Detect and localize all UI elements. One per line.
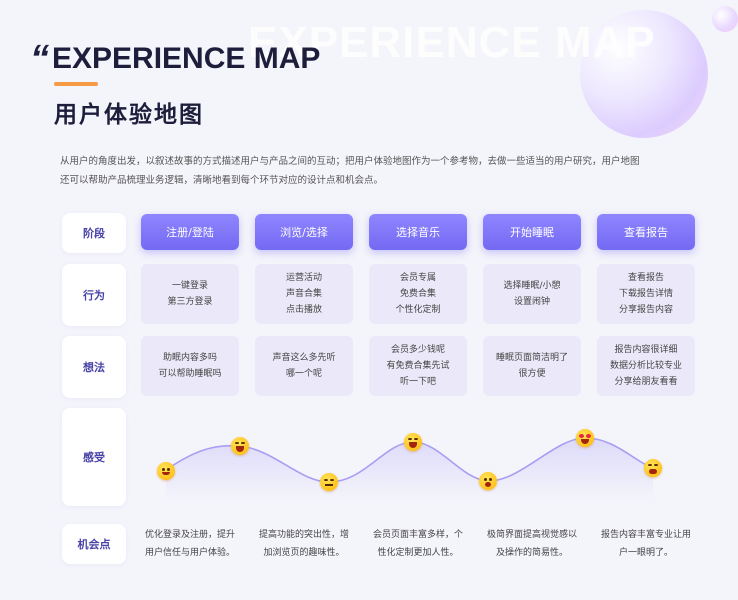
- opportunity-text: 用户信任与用户体验。: [144, 548, 235, 558]
- opportunity-text: 户一眼明了。: [618, 548, 673, 558]
- laughing-face-icon: [231, 437, 249, 455]
- opportunity-cell: 会员页面丰富多样，个 性化定制更加人性。: [363, 526, 473, 562]
- opportunity-text: 会员页面丰富多样，个: [372, 530, 463, 540]
- opportunity-cell: 报告内容丰富专业让用 户一眼明了。: [591, 526, 701, 562]
- opportunity-cell: 优化登录及注册，提升 用户信任与用户体验。: [135, 526, 245, 562]
- opportunity-text: 加浏览页的趣味性。: [263, 548, 345, 558]
- opportunity-text: 极简界面提高视觉感以: [486, 530, 577, 540]
- heart-eyes-face-icon: [576, 429, 594, 447]
- opportunity-text: 性化定制更加人性。: [377, 548, 459, 558]
- opportunity-text: 提高功能的突出性，增: [258, 530, 349, 540]
- worried-face-icon: [479, 472, 497, 490]
- neutral-face-icon: [320, 473, 338, 491]
- smiling-face-icon: [157, 462, 175, 480]
- opportunity-cell: 极简界面提高视觉感以 及操作的简易性。: [477, 526, 587, 562]
- opportunity-text: 优化登录及注册，提升: [144, 530, 235, 540]
- opportunity-cell: 提高功能的突出性，增 加浏览页的趣味性。: [249, 526, 359, 562]
- opportunity-text: 及操作的简易性。: [495, 548, 568, 558]
- opportunity-text: 报告内容丰富专业让用: [600, 530, 691, 540]
- laughing-face-icon: [404, 433, 422, 451]
- angry-face-icon: [644, 459, 662, 477]
- emotion-curve-chart: [165, 437, 654, 500]
